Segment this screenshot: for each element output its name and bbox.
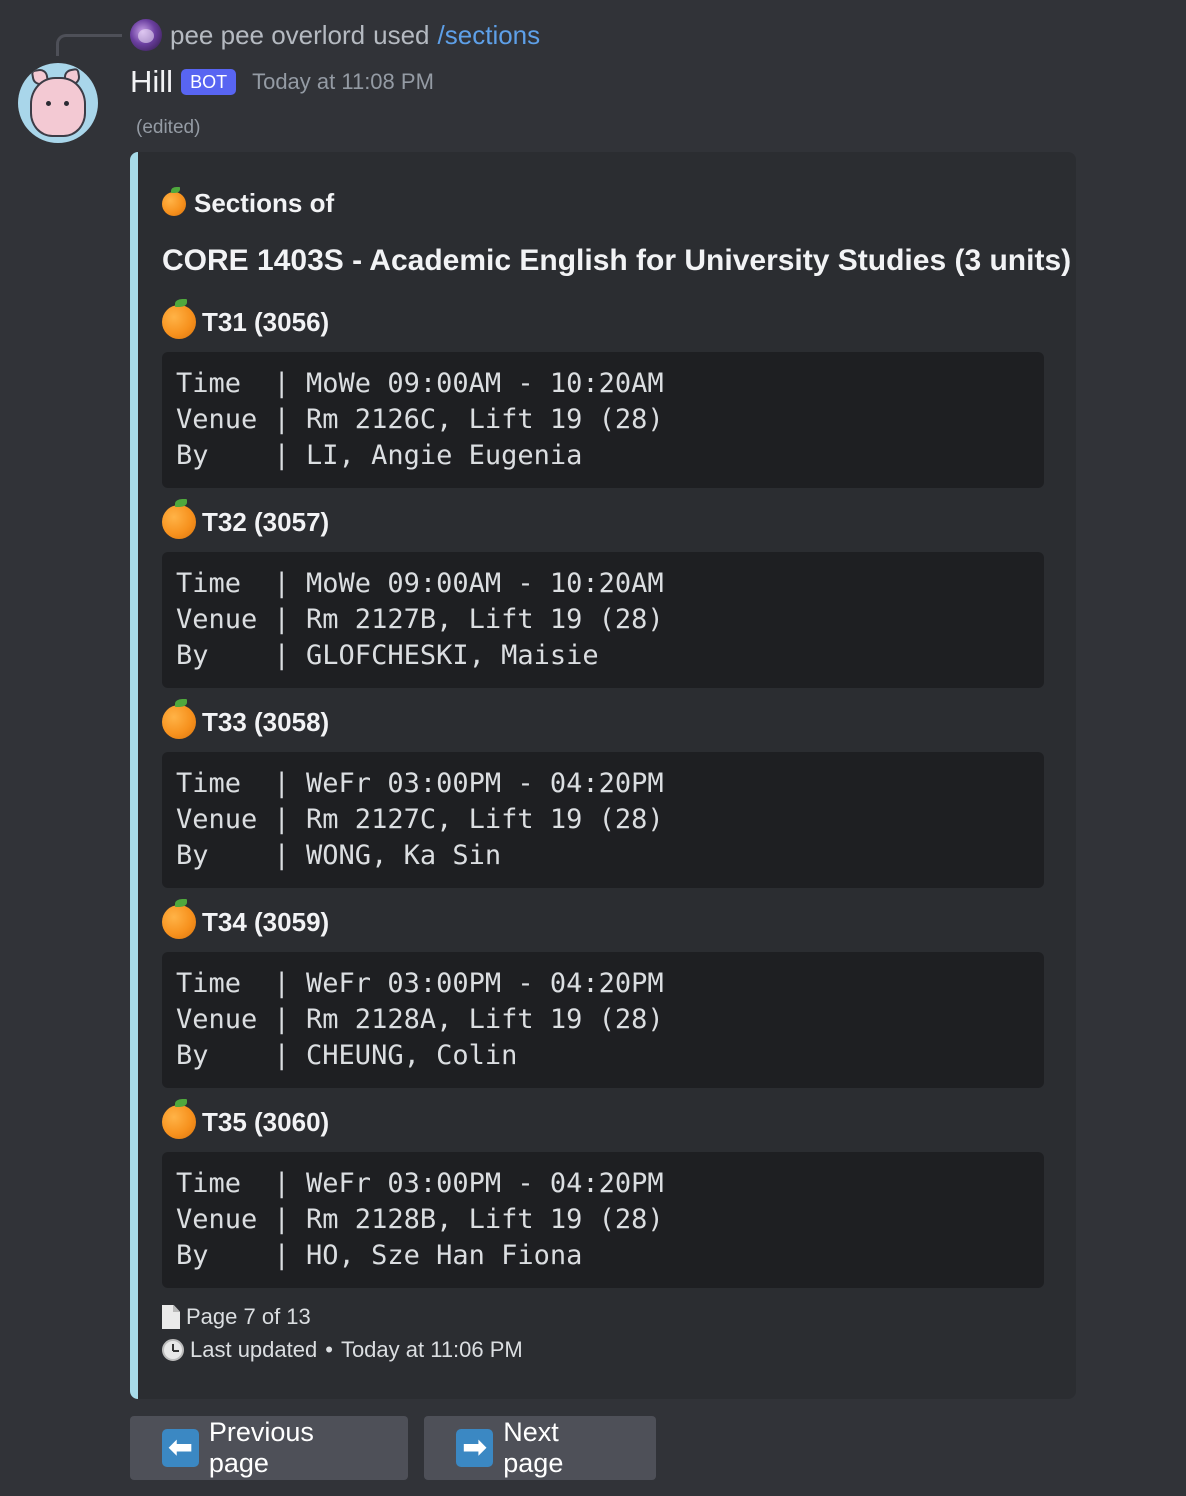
bot-username[interactable]: Hill: [130, 64, 173, 100]
orange-icon: [162, 299, 196, 339]
bot-tag-badge: BOT: [181, 69, 237, 95]
venue-line: Venue | Rm 2126C, Lift 19 (28): [176, 404, 664, 435]
section-label: T32 (3057): [202, 506, 330, 537]
last-updated-label: Last updated: [190, 1337, 318, 1362]
clock-icon: [162, 1339, 184, 1361]
orange-icon: [162, 899, 196, 939]
sections-embed: Sections of CORE 1403S - Academic Englis…: [130, 152, 1076, 1399]
venue-line: Venue | Rm 2127C, Lift 19 (28): [176, 804, 664, 835]
orange-icon: [162, 499, 196, 539]
message-container: pee pee overlord used /sections Hill BOT…: [0, 0, 1186, 1496]
previous-page-button[interactable]: ⬅ Previous page: [130, 1416, 408, 1480]
venue-line: Venue | Rm 2128A, Lift 19 (28): [176, 1004, 664, 1035]
embed-title: Sections of: [162, 186, 335, 219]
time-line: Time | WeFr 03:00PM - 04:20PM: [176, 1168, 664, 1199]
message-header: Hill BOT Today at 11:08 PM: [130, 62, 434, 102]
section-title: T32 (3057): [162, 499, 330, 542]
arrow-left-icon: ⬅: [162, 1429, 199, 1467]
reply-connector: [56, 34, 122, 56]
arrow-right-icon: ➡: [456, 1429, 494, 1467]
time-line: Time | MoWe 09:00AM - 10:20AM: [176, 368, 664, 399]
bot-avatar[interactable]: [18, 63, 98, 143]
next-page-button[interactable]: ➡ Next page: [424, 1416, 656, 1480]
reply-command-link[interactable]: /sections: [438, 20, 541, 51]
reply-user-avatar[interactable]: [130, 19, 162, 51]
section-title: T35 (3060): [162, 1099, 330, 1142]
instructor-line: By | HO, Sze Han Fiona: [176, 1240, 583, 1271]
section-label: T34 (3059): [202, 906, 330, 937]
section-label: T35 (3060): [202, 1106, 330, 1137]
separator-dot: •: [325, 1337, 333, 1362]
next-page-label: Next page: [503, 1417, 564, 1478]
page-text: Page 7 of 13: [186, 1304, 311, 1329]
course-heading: CORE 1403S - Academic English for Univer…: [162, 244, 1072, 277]
reply-used-text: used: [373, 19, 430, 50]
orange-icon: [162, 186, 186, 216]
section-title: T31 (3056): [162, 299, 330, 342]
section-title: T33 (3058): [162, 699, 330, 742]
time-line: Time | MoWe 09:00AM - 10:20AM: [176, 568, 664, 599]
instructor-line: By | WONG, Ka Sin: [176, 840, 502, 871]
section-label: T33 (3058): [202, 706, 330, 737]
edited-label: (edited): [136, 117, 201, 138]
section-codeblock: Time | WeFr 03:00PM - 04:20PM Venue | Rm …: [162, 952, 1044, 1088]
section-codeblock: Time | MoWe 09:00AM - 10:20AM Venue | Rm …: [162, 352, 1044, 488]
section-label: T31 (3056): [202, 306, 330, 337]
reply-context[interactable]: pee pee overlord used /sections: [130, 16, 540, 54]
orange-icon: [162, 1099, 196, 1139]
instructor-line: By | GLOFCHESKI, Maisie: [176, 640, 599, 671]
page-icon: [162, 1305, 180, 1329]
page-indicator: Page 7 of 13: [162, 1304, 311, 1330]
last-updated-time: Today at 11:06 PM: [340, 1337, 523, 1362]
time-line: Time | WeFr 03:00PM - 04:20PM: [176, 768, 664, 799]
instructor-line: By | LI, Angie Eugenia: [176, 440, 583, 471]
orange-icon: [162, 699, 196, 739]
section-codeblock: Time | MoWe 09:00AM - 10:20AM Venue | Rm …: [162, 552, 1044, 688]
venue-line: Venue | Rm 2128B, Lift 19 (28): [176, 1204, 664, 1235]
message-timestamp[interactable]: Today at 11:08 PM: [252, 69, 434, 95]
embed-title-text: Sections of: [194, 188, 335, 218]
section-codeblock: Time | WeFr 03:00PM - 04:20PM Venue | Rm …: [162, 752, 1044, 888]
time-line: Time | WeFr 03:00PM - 04:20PM: [176, 968, 664, 999]
section-codeblock: Time | WeFr 03:00PM - 04:20PM Venue | Rm …: [162, 1152, 1044, 1288]
previous-page-label: Previous page: [208, 1417, 314, 1478]
instructor-line: By | CHEUNG, Colin: [176, 1040, 518, 1071]
last-updated: Last updated • Today at 11:06 PM: [162, 1337, 523, 1363]
venue-line: Venue | Rm 2127B, Lift 19 (28): [176, 604, 664, 635]
reply-username[interactable]: pee pee overlord: [170, 20, 365, 51]
section-title: T34 (3059): [162, 899, 330, 942]
